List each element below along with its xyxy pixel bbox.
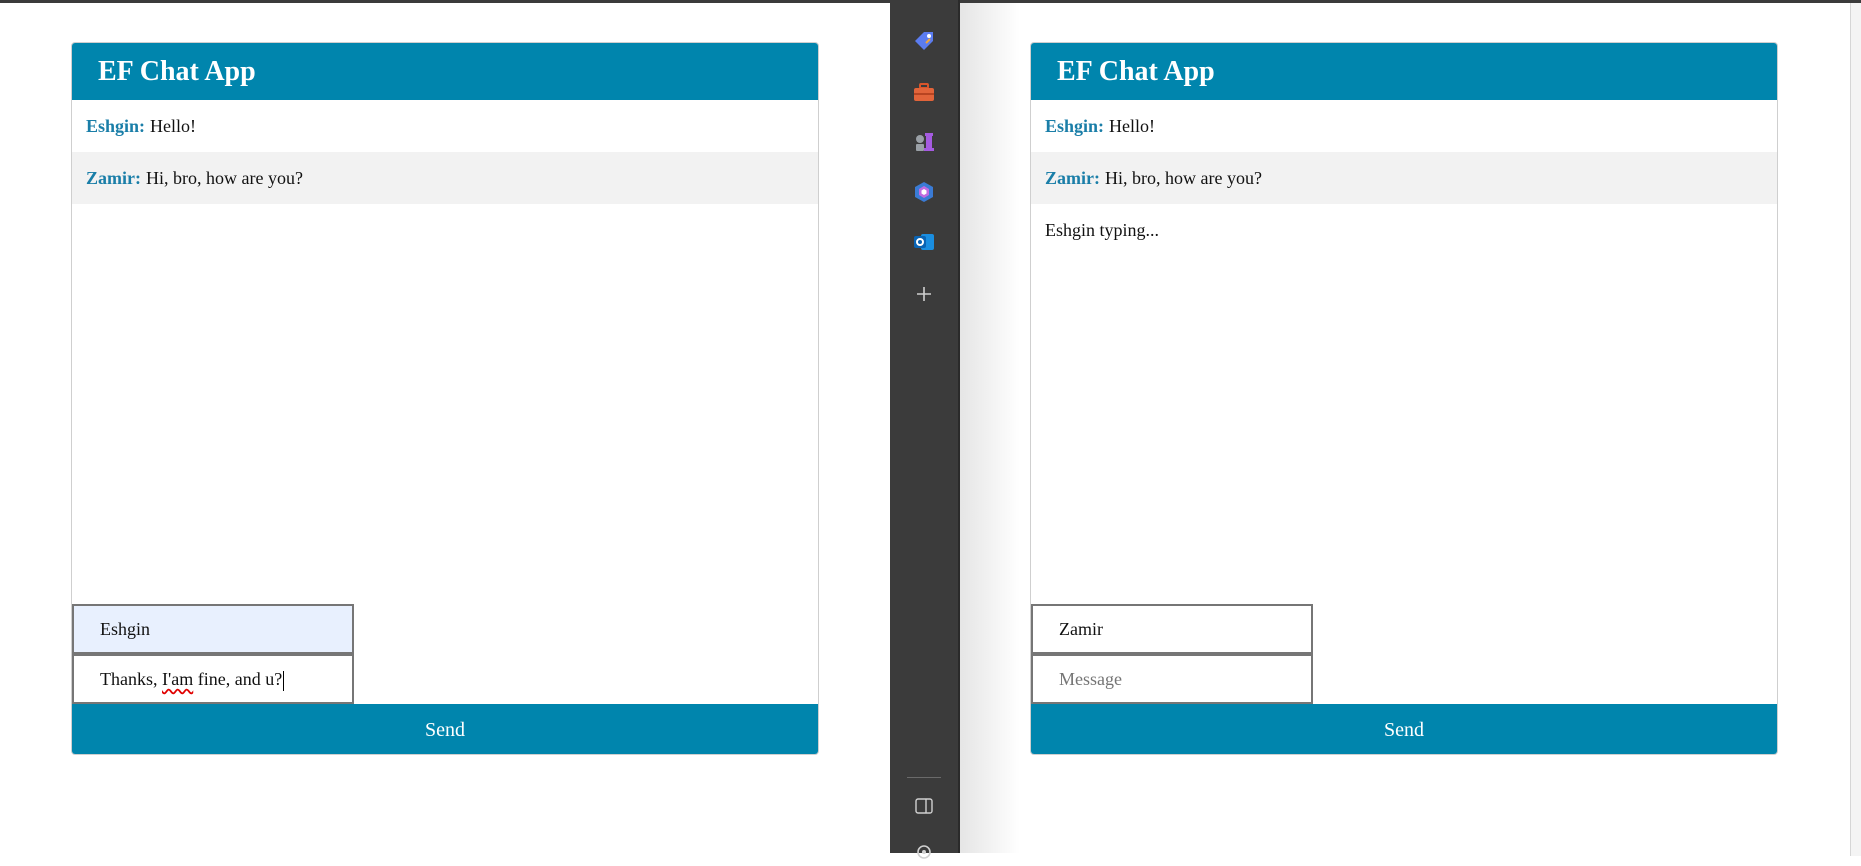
message-sender: Zamir: <box>86 168 141 188</box>
chat-message: Eshgin: Hello! <box>72 100 818 152</box>
browser-sidebar <box>890 0 960 859</box>
name-input[interactable]: Eshgin <box>72 604 354 654</box>
typing-indicator: Eshgin typing... <box>1045 220 1160 240</box>
window-right-edge <box>1850 3 1861 856</box>
chess-icon[interactable] <box>910 128 938 156</box>
message-text: Hi, bro, how are you? <box>145 168 303 188</box>
message-sender: Zamir: <box>1045 168 1100 188</box>
message-sender: Eshgin: <box>86 116 146 136</box>
name-input-value: Eshgin <box>100 619 151 639</box>
send-button[interactable]: Send <box>1031 704 1777 754</box>
message-input[interactable]: Message <box>1031 654 1313 704</box>
message-input-value-pre: Thanks, <box>100 669 162 689</box>
right-browser-pane: EF Chat App Eshgin: Hello! Zamir: Hi, bro,… <box>960 3 1861 856</box>
sidebar-divider <box>907 777 941 778</box>
toolbox-icon[interactable] <box>910 78 938 106</box>
message-input[interactable]: Thanks, I'am fine, and u? <box>72 654 354 704</box>
name-input-value: Zamir <box>1059 619 1103 639</box>
message-text: Hello! <box>150 116 197 136</box>
send-button[interactable]: Send <box>72 704 818 754</box>
message-input-placeholder: Message <box>1059 669 1122 689</box>
message-text: Hello! <box>1109 116 1156 136</box>
tag-icon[interactable] <box>910 27 938 55</box>
chat-message: Zamir: Hi, bro, how are you? <box>72 152 818 204</box>
text-caret <box>283 670 285 691</box>
message-text: Hi, bro, how are you? <box>1104 168 1262 188</box>
left-browser-pane: EF Chat App Eshgin: Hello! Zamir: Hi, bro,… <box>0 3 890 853</box>
message-input-misspelled-word: I'am <box>162 669 194 689</box>
chat-message: Zamir: Hi, bro, how are you? <box>1031 152 1777 204</box>
settings-icon[interactable] <box>910 838 938 866</box>
sidebar-toggle-icon[interactable] <box>910 792 938 820</box>
message-input-value-post: fine, and u? <box>193 669 283 689</box>
name-input[interactable]: Zamir <box>1031 604 1313 654</box>
chat-app-title: EF Chat App <box>72 43 818 100</box>
copilot-icon[interactable] <box>910 178 938 206</box>
chat-message: Eshgin: Hello! <box>1031 100 1777 152</box>
chat-app-left: EF Chat App Eshgin: Hello! Zamir: Hi, bro,… <box>71 42 819 755</box>
add-icon[interactable] <box>910 280 938 308</box>
chat-app-title: EF Chat App <box>1031 43 1777 100</box>
chat-app-right: EF Chat App Eshgin: Hello! Zamir: Hi, bro,… <box>1030 42 1778 755</box>
outlook-icon[interactable] <box>910 228 938 256</box>
message-sender: Eshgin: <box>1045 116 1105 136</box>
